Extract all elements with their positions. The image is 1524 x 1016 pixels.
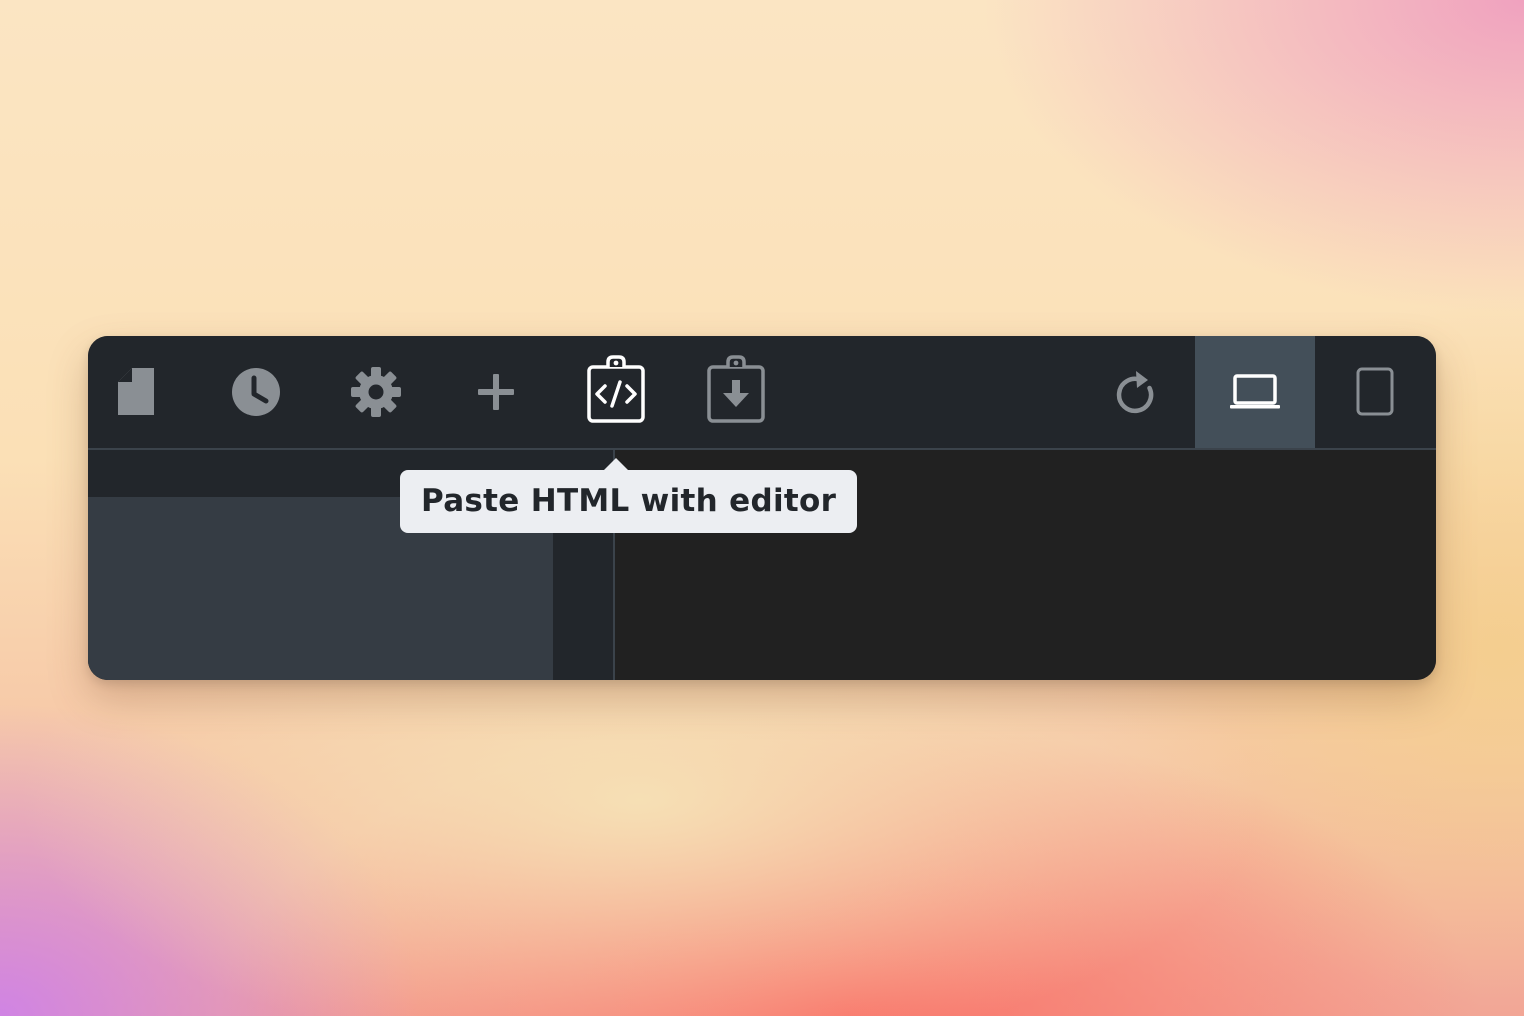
- reload-icon: [1116, 371, 1154, 414]
- tooltip: Paste HTML with editor: [400, 470, 858, 533]
- paste-html-editor-button[interactable]: [556, 336, 676, 448]
- gear-icon: [351, 367, 401, 417]
- reload-button[interactable]: [1075, 336, 1195, 448]
- new-file-button[interactable]: [88, 336, 208, 448]
- paste-import-button[interactable]: [676, 336, 796, 448]
- plus-icon: [478, 374, 514, 410]
- clipboard-download-icon: [707, 355, 765, 423]
- clipboard-code-icon: [587, 355, 645, 423]
- mobile-view-button[interactable]: [1315, 336, 1435, 448]
- settings-button[interactable]: [316, 336, 436, 448]
- add-button[interactable]: [436, 336, 556, 448]
- phone-icon: [1356, 367, 1394, 416]
- desktop-view-button[interactable]: [1195, 336, 1315, 448]
- laptop-icon: [1230, 374, 1280, 409]
- toolbar: [88, 336, 1436, 450]
- history-button[interactable]: [196, 336, 316, 448]
- clock-icon: [232, 368, 280, 416]
- file-icon: [118, 368, 154, 415]
